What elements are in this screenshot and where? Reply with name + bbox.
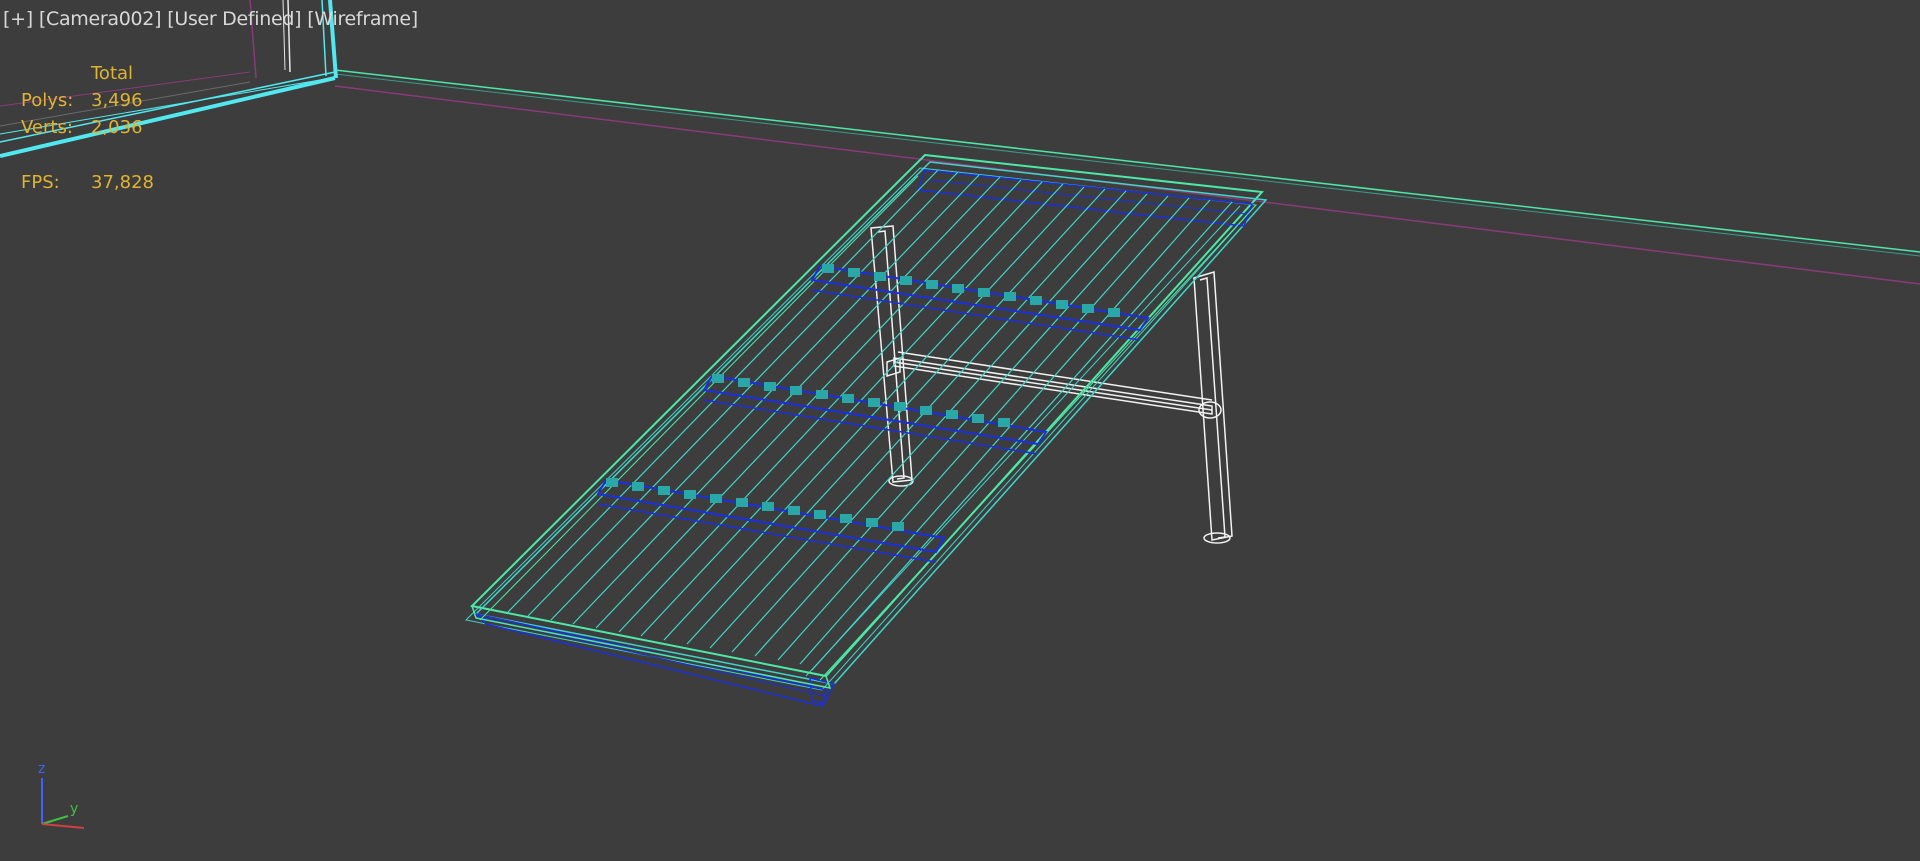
room-wireframe [0,0,1920,285]
viewport-view-label[interactable]: [User Defined] [167,8,301,30]
viewport-camera-label[interactable]: [Camera002] [39,8,162,30]
viewport-label-menu[interactable]: [+] [Camera002] [User Defined] [Wirefram… [3,7,424,31]
viewport-shading-label[interactable]: [Wireframe] [307,8,418,30]
fps-label: FPS: [21,172,60,193]
viewport-statistics: Total Polys: 3,496 Verts: 2,036 FPS: 37,… [21,60,181,196]
verts-value: 2,036 [91,117,143,138]
fps-value: 37,828 [91,172,154,193]
polys-value: 3,496 [91,90,143,111]
polys-label: Polys: [21,90,74,111]
y-axis-line [41,815,69,825]
verts-label: Verts: [21,117,73,138]
x-axis-line [41,823,85,829]
wireframe-scene[interactable] [0,0,1920,861]
stats-header: Total [91,63,134,84]
bed-frame [464,153,1268,707]
z-axis-label: z [38,761,46,777]
y-axis-label: y [70,801,79,817]
axis-gizmo: z y [34,762,94,832]
viewport-menu-plus[interactable]: [+] [3,8,33,30]
3d-viewport[interactable]: [+] [Camera002] [User Defined] [Wirefram… [0,0,1920,861]
